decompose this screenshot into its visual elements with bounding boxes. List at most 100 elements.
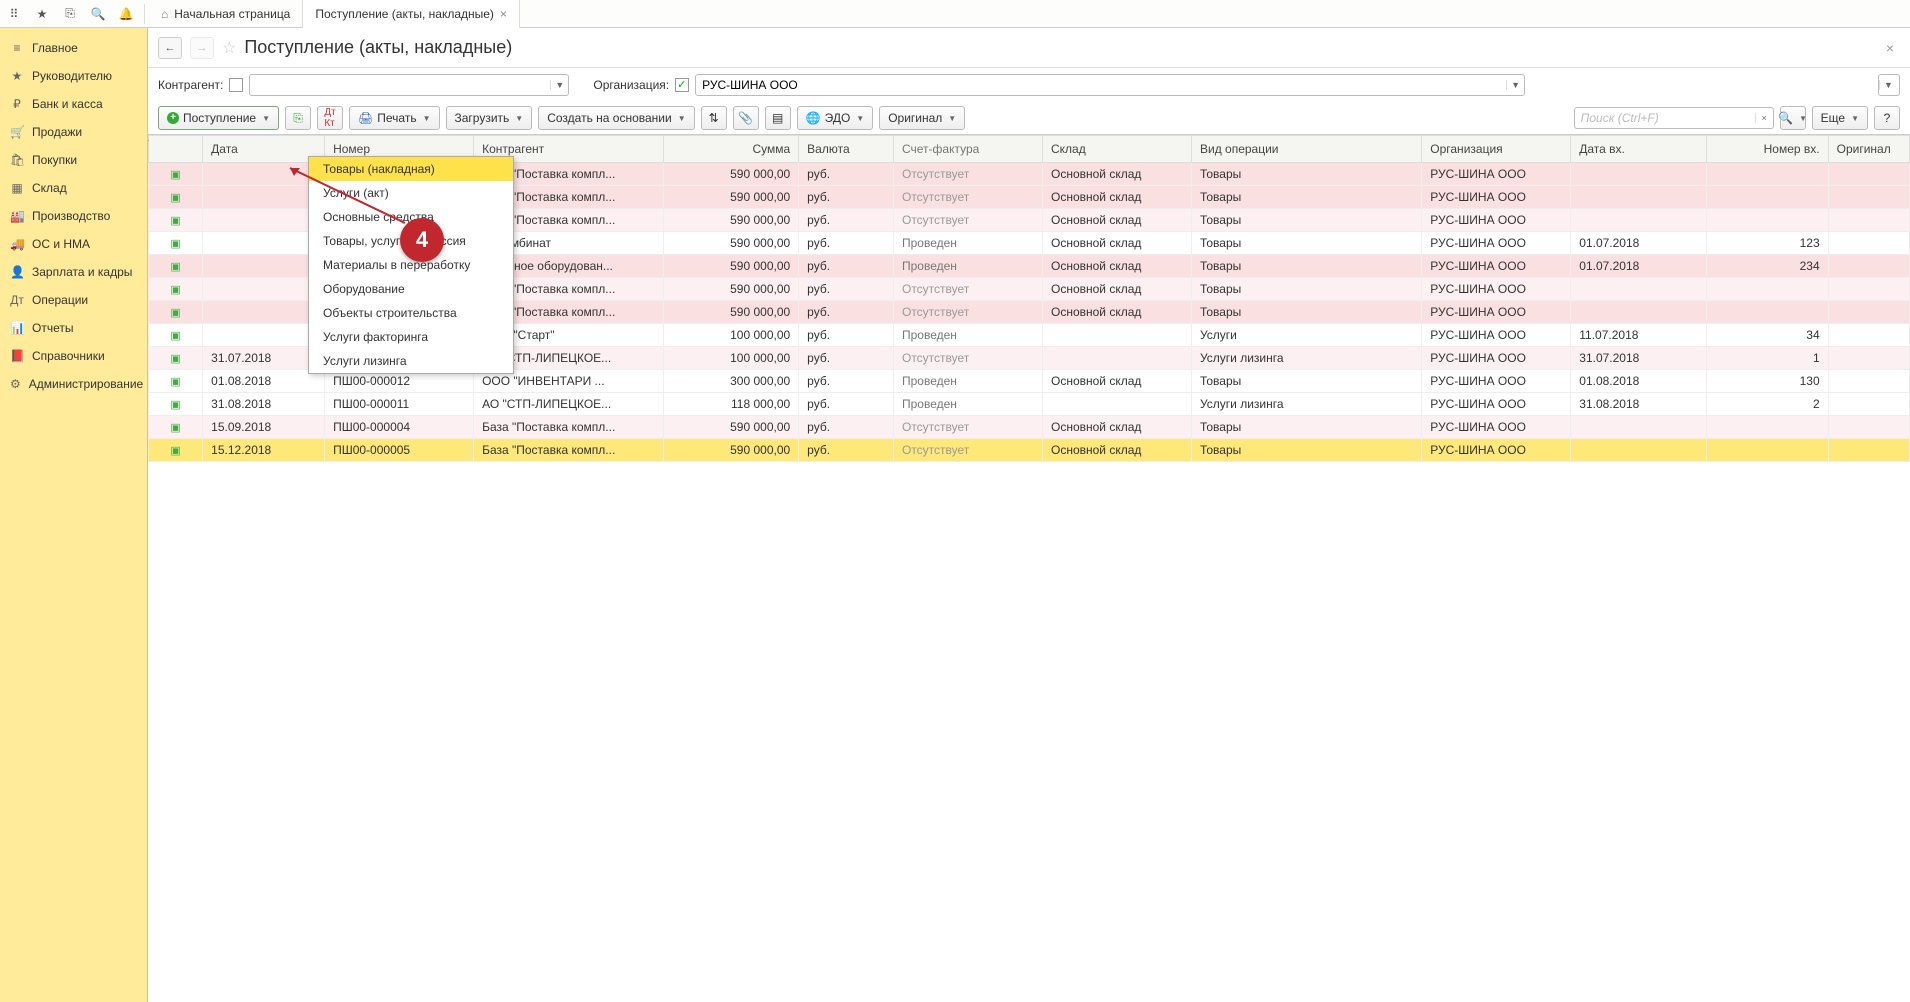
cell-org: РУС-ШИНА ООО	[1422, 324, 1571, 347]
dropdown-item-8[interactable]: Услуги лизинга	[309, 349, 513, 373]
more-button[interactable]: Еще ▼	[1812, 106, 1868, 130]
org-input[interactable]	[696, 78, 1506, 92]
clipboard-icon[interactable]: ⎘	[56, 0, 84, 28]
list-button[interactable]: ▤	[765, 106, 791, 130]
sidebar-item-9[interactable]: ДтОперации	[0, 286, 147, 314]
cell-num-in	[1706, 439, 1828, 462]
cell-op: Услуги	[1191, 324, 1421, 347]
cell-currency: руб.	[799, 324, 894, 347]
sidebar-item-5[interactable]: ▦Склад	[0, 174, 147, 202]
table-row[interactable]: ▣ 15.09.2018 ПШ00-000004 База "Поставка …	[149, 416, 1910, 439]
nav-forward[interactable]: →	[190, 37, 214, 59]
sidebar-item-4[interactable]: 🛍Покупки	[0, 146, 147, 174]
sidebar-item-2[interactable]: ₽Банк и касса	[0, 90, 147, 118]
tab-document-label: Поступление (акты, накладные)	[315, 7, 494, 21]
sidebar-item-12[interactable]: ⚙Администрирование	[0, 370, 147, 398]
org-checkbox[interactable]	[675, 78, 689, 92]
th-sf[interactable]: Счет-фактура	[893, 136, 1042, 163]
edo-button[interactable]: 🌐 ЭДО ▼	[797, 106, 874, 130]
cell-sum: 100 000,00	[663, 324, 798, 347]
org-combo[interactable]: ▼	[695, 74, 1525, 96]
cell-currency: руб.	[799, 232, 894, 255]
postuplenie-button[interactable]: + Поступление ▼	[158, 106, 279, 130]
table-row[interactable]: ▣ 31.08.2018 ПШ00-000011 АО "СТП-ЛИПЕЦКО…	[149, 393, 1910, 416]
favorite-icon[interactable]: ☆	[222, 38, 236, 58]
attach-button[interactable]: 📎	[733, 106, 759, 130]
sidebar-icon: 🏭	[10, 209, 24, 223]
help-button[interactable]: ?	[1874, 106, 1900, 130]
search-box[interactable]: ×	[1574, 107, 1774, 129]
sidebar-item-6[interactable]: 🏭Производство	[0, 202, 147, 230]
sidebar-item-8[interactable]: 👤Зарплата и кадры	[0, 258, 147, 286]
th-num-in[interactable]: Номер вх.	[1706, 136, 1828, 163]
sidebar-item-11[interactable]: 📕Справочники	[0, 342, 147, 370]
cell-sf: Проведен	[893, 232, 1042, 255]
dt-kt-button[interactable]: ДтКт	[317, 106, 343, 130]
dropdown-item-7[interactable]: Услуги факторинга	[309, 325, 513, 349]
sidebar-icon: Дт	[10, 293, 24, 307]
cell-sklad: Основной склад	[1042, 370, 1191, 393]
find-button[interactable]: 🔍▼	[1780, 106, 1806, 130]
chevron-down-icon: ▼	[1851, 114, 1859, 123]
cell-orig	[1828, 255, 1909, 278]
list-icon: ▤	[772, 111, 783, 125]
tab-document[interactable]: Поступление (акты, накладные) ×	[303, 0, 520, 28]
dropdown-item-5[interactable]: Оборудование	[309, 277, 513, 301]
cell-org: РУС-ШИНА ООО	[1422, 232, 1571, 255]
chevron-down-icon[interactable]: ▼	[1506, 80, 1524, 90]
th-sum[interactable]: Сумма	[663, 136, 798, 163]
load-button[interactable]: Загрузить ▼	[446, 106, 533, 130]
star-icon[interactable]: ★	[28, 0, 56, 28]
cell-sf: Отсутствует	[893, 209, 1042, 232]
create-based-button[interactable]: Создать на основании ▼	[538, 106, 694, 130]
th-date-in[interactable]: Дата вх.	[1571, 136, 1706, 163]
clear-icon[interactable]: ×	[1755, 113, 1773, 123]
search-input[interactable]	[1575, 111, 1755, 125]
print-button[interactable]: 🖨 Печать ▼	[349, 106, 439, 130]
table-row[interactable]: ▣ 15.12.2018 ПШ00-000005 База "Поставка …	[149, 439, 1910, 462]
sidebar-item-10[interactable]: 📊Отчеты	[0, 314, 147, 342]
tab-home[interactable]: ⌂ Начальная страница	[149, 0, 303, 28]
th-currency[interactable]: Валюта	[799, 136, 894, 163]
sidebar-item-7[interactable]: 🚚ОС и НМА	[0, 230, 147, 258]
contragent-combo[interactable]: ▼	[249, 74, 569, 96]
structure-button[interactable]: ⇅	[701, 106, 727, 130]
cell-orig	[1828, 278, 1909, 301]
th-orig[interactable]: Оригинал	[1828, 136, 1909, 163]
original-label: Оригинал	[888, 111, 942, 125]
cell-num-in: 130	[1706, 370, 1828, 393]
contragent-checkbox[interactable]	[229, 78, 243, 92]
apps-icon[interactable]: ⠿	[0, 0, 28, 28]
globe-icon: 🌐	[806, 111, 821, 125]
th-op[interactable]: Вид операции	[1191, 136, 1421, 163]
cell-num-in	[1706, 186, 1828, 209]
copy-icon: ⎘	[293, 111, 303, 126]
org-extra-combo[interactable]: ▼	[1878, 74, 1900, 96]
close-page[interactable]: ×	[1880, 40, 1900, 56]
nav-back[interactable]: ←	[158, 37, 182, 59]
bell-icon[interactable]: 🔔	[112, 0, 140, 28]
more-label: Еще	[1821, 111, 1845, 125]
contragent-input[interactable]	[250, 78, 550, 92]
chevron-down-icon[interactable]: ▼	[1879, 80, 1897, 90]
cell-orig	[1828, 393, 1909, 416]
cell-sf: Отсутствует	[893, 416, 1042, 439]
cell-sum: 590 000,00	[663, 416, 798, 439]
copy-button[interactable]: ⎘	[285, 106, 311, 130]
cell-sf: Отсутствует	[893, 301, 1042, 324]
th-org[interactable]: Организация	[1422, 136, 1571, 163]
cell-num: ПШ00-000011	[325, 393, 474, 416]
sidebar-item-1[interactable]: ★Руководителю	[0, 62, 147, 90]
sidebar-item-0[interactable]: ≡Главное	[0, 34, 147, 62]
tab-close-icon[interactable]: ×	[500, 7, 507, 21]
cell-sum: 590 000,00	[663, 232, 798, 255]
cell-org: РУС-ШИНА ООО	[1422, 347, 1571, 370]
sidebar-item-3[interactable]: 🛒Продажи	[0, 118, 147, 146]
original-button[interactable]: Оригинал ▼	[879, 106, 965, 130]
search-icon[interactable]: 🔍	[84, 0, 112, 28]
chevron-down-icon[interactable]: ▼	[550, 80, 568, 90]
dropdown-item-6[interactable]: Объекты строительства	[309, 301, 513, 325]
cell-date-in: 01.08.2018	[1571, 370, 1706, 393]
cell-contragent: База "Поставка компл...	[474, 416, 664, 439]
th-sklad[interactable]: Склад	[1042, 136, 1191, 163]
